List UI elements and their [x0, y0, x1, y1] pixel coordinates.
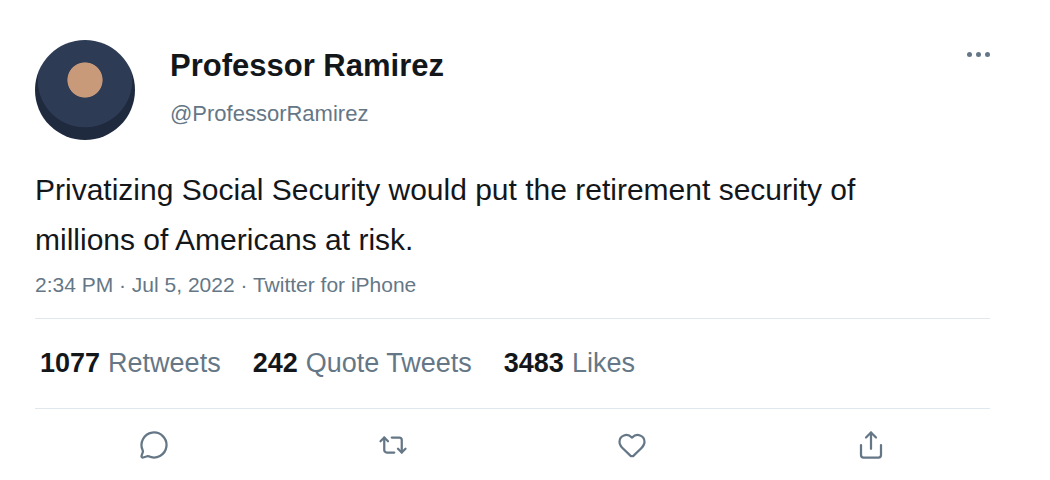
stat-label: Likes [572, 348, 635, 379]
stat-item[interactable]: 1077 Retweets [40, 348, 221, 379]
tweet-text: Privatizing Social Security would put th… [35, 165, 895, 265]
stat-label: Quote Tweets [306, 348, 472, 379]
more-dot-icon [985, 52, 990, 57]
actions-row [35, 409, 990, 480]
retweet-icon [378, 430, 408, 460]
share-icon [856, 430, 886, 460]
stat-count: 3483 [504, 348, 564, 379]
retweet-button[interactable] [371, 423, 415, 467]
more-dot-icon [976, 52, 981, 57]
divider [35, 408, 990, 409]
author-handle[interactable]: @ProfessorRamirez [170, 99, 959, 129]
stat-count: 242 [253, 348, 298, 379]
stats-row: 1077 Retweets 242 Quote Tweets 3483 Likes [35, 319, 990, 408]
avatar[interactable] [35, 40, 135, 140]
share-button[interactable] [849, 423, 893, 467]
author-block: Professor Ramirez @ProfessorRamirez [170, 40, 959, 129]
tweet-timestamp[interactable]: 2:34 PM · Jul 5, 2022 · Twitter for iPho… [35, 270, 990, 300]
divider [35, 318, 990, 319]
stat-item[interactable]: 3483 Likes [504, 348, 635, 379]
more-dot-icon [967, 52, 972, 57]
stat-item[interactable]: 242 Quote Tweets [253, 348, 472, 379]
stat-count: 1077 [40, 348, 100, 379]
author-name[interactable]: Professor Ramirez [170, 45, 959, 87]
more-button[interactable] [959, 40, 990, 65]
reply-icon [139, 430, 169, 460]
stat-label: Retweets [108, 348, 221, 379]
tweet-card: Professor Ramirez @ProfessorRamirez Privat… [0, 0, 1050, 480]
tweet-header: Professor Ramirez @ProfessorRamirez [35, 40, 990, 140]
reply-button[interactable] [132, 423, 176, 467]
like-button[interactable] [610, 423, 654, 467]
heart-icon [617, 430, 647, 460]
